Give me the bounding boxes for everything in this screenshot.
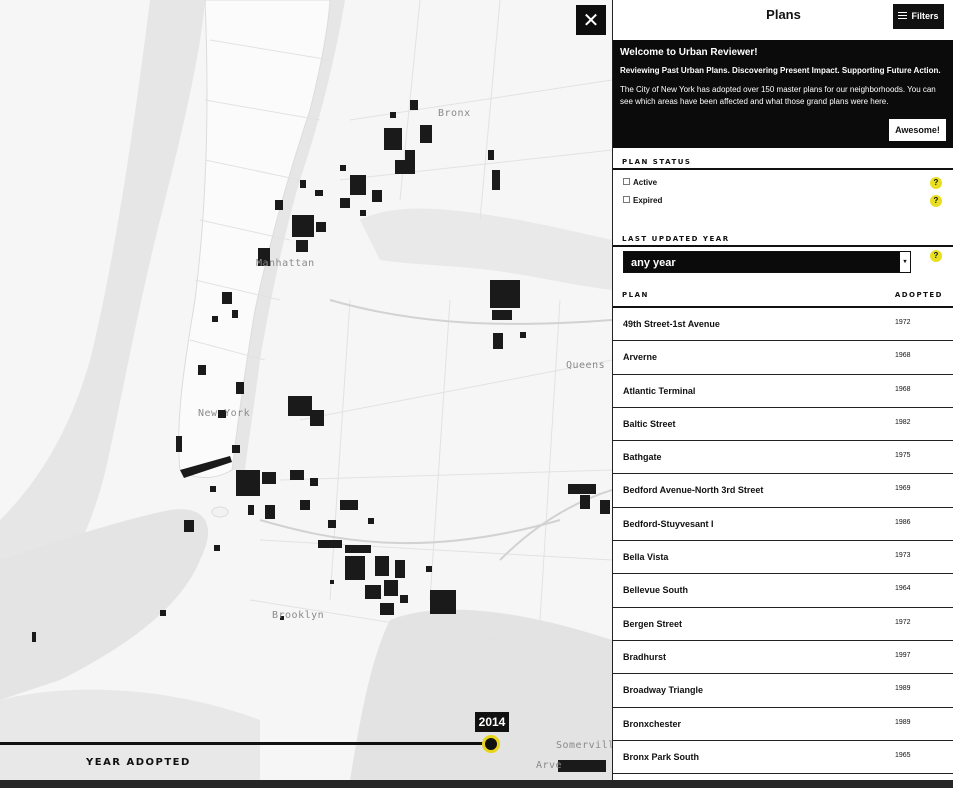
map-label-brooklyn: Brooklyn: [272, 610, 325, 621]
panel-header: Plans Filters: [613, 0, 953, 40]
chevron-down-icon: ▾: [900, 252, 910, 272]
plan-name: Baltic Street: [623, 418, 676, 429]
awesome-button[interactable]: Awesome!: [889, 119, 946, 141]
filters-label: Filters: [911, 11, 939, 21]
plan-adopted-year: 1965: [895, 751, 911, 759]
plan-name: Bellevue South: [623, 585, 689, 596]
menu-icon: [898, 12, 908, 20]
table-row[interactable]: Bedford-Stuyvesant I 1986: [613, 508, 953, 542]
plan-name: Atlantic Terminal: [623, 385, 696, 396]
table-row[interactable]: 49th Street-1st Avenue 1972: [613, 308, 953, 342]
sound-water: [360, 208, 612, 290]
plan-adopted-year: 1982: [895, 418, 911, 426]
highways: [259, 299, 612, 561]
status-option-active[interactable]: Active ?: [613, 174, 953, 192]
table-row[interactable]: Bellevue South 1964: [613, 574, 953, 608]
plan-adopted-year: 1964: [895, 585, 911, 593]
plan-adopted-year: 1989: [895, 718, 911, 726]
plan-name: Bronx Park South: [623, 751, 700, 762]
table-row[interactable]: Arverne 1968: [613, 341, 953, 375]
expired-checkbox[interactable]: [623, 196, 630, 204]
plan-adopted-year: 1972: [895, 618, 911, 626]
table-header: PLAN ADOPTED: [613, 291, 953, 308]
last-updated-heading: LAST UPDATED YEAR: [613, 225, 953, 247]
map-label-somerville: Somerville: [556, 740, 612, 751]
table-row[interactable]: Bronxchester 1989: [613, 708, 953, 741]
plan-name: Bathgate: [623, 452, 662, 463]
map-label-manhattan: Manhattan: [256, 258, 315, 269]
map-label-queens: Queens: [566, 360, 606, 371]
plan-adopted-year: 1969: [895, 485, 911, 493]
column-adopted: ADOPTED: [894, 291, 943, 299]
welcome-heading: Welcome to Urban Reviewer!: [620, 47, 758, 58]
year-adopted-label: YEAR ADOPTED: [86, 757, 191, 768]
table-row[interactable]: Baltic Street 1982: [613, 408, 953, 442]
year-select[interactable]: any year ▾: [623, 251, 911, 273]
app-root: Bronx Manhattan New York Queens Brooklyn…: [0, 0, 953, 788]
map-canvas: [0, 0, 612, 780]
plan-name: Bradhurst: [623, 651, 667, 662]
plan-name: Bronxchester: [623, 718, 682, 729]
welcome-subheading: Reviewing Past Urban Plans. Discovering …: [620, 66, 941, 75]
plans-panel: Plans Filters Welcome to Urban Reviewer!…: [612, 0, 953, 780]
plan-adopted-year: 1973: [895, 552, 911, 560]
plan-name: Bedford-Stuyvesant I: [623, 518, 714, 529]
plan-adopted-year: 1968: [895, 385, 911, 393]
status-option-expired[interactable]: Expired ?: [613, 192, 953, 210]
plan-adopted-year: 1972: [895, 319, 911, 326]
close-button[interactable]: ✕: [576, 5, 606, 35]
plan-name: 49th Street-1st Avenue: [623, 319, 720, 329]
plan-name: Bedford Avenue-North 3rd Street: [623, 485, 764, 496]
plan-list: 49th Street-1st Avenue 1972 Arverne 1968 Atl…: [613, 308, 953, 775]
bottom-bar: [0, 780, 953, 788]
map-label-bronx: Bronx: [438, 108, 471, 119]
small-island: [211, 506, 229, 518]
city-map[interactable]: Bronx Manhattan New York Queens Brooklyn…: [0, 0, 612, 780]
plan-adopted-year: 1975: [895, 452, 911, 460]
map-label-new-york: New York: [198, 408, 251, 419]
plan-name: Broadway Triangle: [623, 685, 704, 696]
welcome-body: The City of New York has adopted over 15…: [620, 85, 936, 106]
map-label-arverne: Arve: [536, 760, 563, 771]
active-checkbox[interactable]: [623, 178, 630, 186]
plan-name: Arverne: [623, 352, 658, 363]
table-row[interactable]: Bradhurst 1997: [613, 641, 953, 675]
table-row[interactable]: Broadway Triangle 1989: [613, 674, 953, 708]
plan-adopted-year: 1997: [895, 651, 911, 659]
plan-status-heading: PLAN STATUS: [613, 148, 953, 170]
table-row[interactable]: Bronx Park South 1965: [613, 741, 953, 775]
timeline-track[interactable]: [0, 742, 492, 745]
welcome-box: Welcome to Urban Reviewer! Reviewing Pas…: [613, 40, 953, 148]
help-icon[interactable]: ?: [930, 177, 942, 189]
filters-button[interactable]: Filters: [893, 4, 944, 29]
active-label: Active: [633, 178, 658, 187]
plan-adopted-year: 1989: [895, 685, 911, 693]
year-select-wrap: any year ▾ ?: [613, 247, 953, 291]
plan-adopted-year: 1968: [895, 352, 911, 360]
column-plan: PLAN: [622, 291, 649, 299]
table-row[interactable]: Bathgate 1975: [613, 441, 953, 475]
table-row[interactable]: Atlantic Terminal 1968: [613, 375, 953, 408]
table-row[interactable]: Bergen Street 1972: [613, 608, 953, 641]
help-icon[interactable]: ?: [930, 195, 942, 207]
year-select-value: any year: [631, 257, 676, 269]
jamaica-bay: [350, 609, 612, 780]
expired-label: Expired: [633, 196, 663, 205]
timeline-handle[interactable]: [482, 735, 500, 753]
table-row[interactable]: Bella Vista 1973: [613, 541, 953, 575]
plan-name: Bella Vista: [623, 552, 669, 563]
help-icon[interactable]: ?: [930, 250, 942, 262]
plan-adopted-year: 1986: [895, 518, 911, 526]
plan-name: Bergen Street: [623, 618, 683, 629]
table-row[interactable]: Bedford Avenue-North 3rd Street 1969: [613, 474, 953, 508]
year-badge: 2014: [475, 712, 509, 732]
